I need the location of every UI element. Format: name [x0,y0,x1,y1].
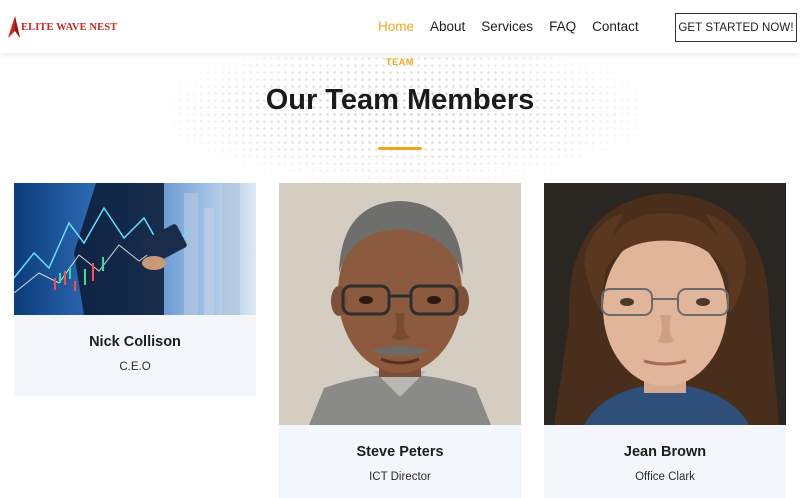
team-member-photo [279,183,521,425]
site-header: ELITE WAVE NEST Home About Services FAQ … [0,0,800,53]
nav-item-about[interactable]: About [430,19,465,34]
team-member-name: Steve Peters [356,444,444,460]
nav-item-faq[interactable]: FAQ [549,19,576,34]
business-chart-photo [14,183,256,315]
title-underline [378,147,422,150]
team-member-role: C.E.O [119,361,151,373]
main-nav: Home About Services FAQ Contact [378,19,655,34]
nav-item-contact[interactable]: Contact [592,19,639,34]
dotted-background-pattern [170,48,640,188]
nav-item-services[interactable]: Services [481,19,533,34]
section-title: Our Team Members [265,84,535,116]
arrow-logo-icon [8,16,20,38]
team-member-info: Jean Brown Office Clark [544,425,786,498]
team-member-name: Jean Brown [623,444,707,460]
team-member-info: Nick Collison C.E.O [14,315,256,396]
get-started-button[interactable]: GET STARTED NOW! [675,13,797,42]
team-member-photo [14,183,256,315]
team-member-role: ICT Director [369,471,431,483]
man-portrait-photo [279,183,521,425]
team-member-role: Office Clark [635,471,695,483]
brand-logo[interactable]: ELITE WAVE NEST [6,14,117,40]
section-eyebrow: TEAM [386,57,414,67]
team-member-photo [544,183,786,425]
woman-portrait-photo [544,183,786,425]
nav-item-home[interactable]: Home [378,19,414,34]
team-member-name: Nick Collison [89,334,181,350]
brand-name: ELITE WAVE NEST [21,21,118,33]
team-member-info: Steve Peters ICT Director [279,425,521,498]
